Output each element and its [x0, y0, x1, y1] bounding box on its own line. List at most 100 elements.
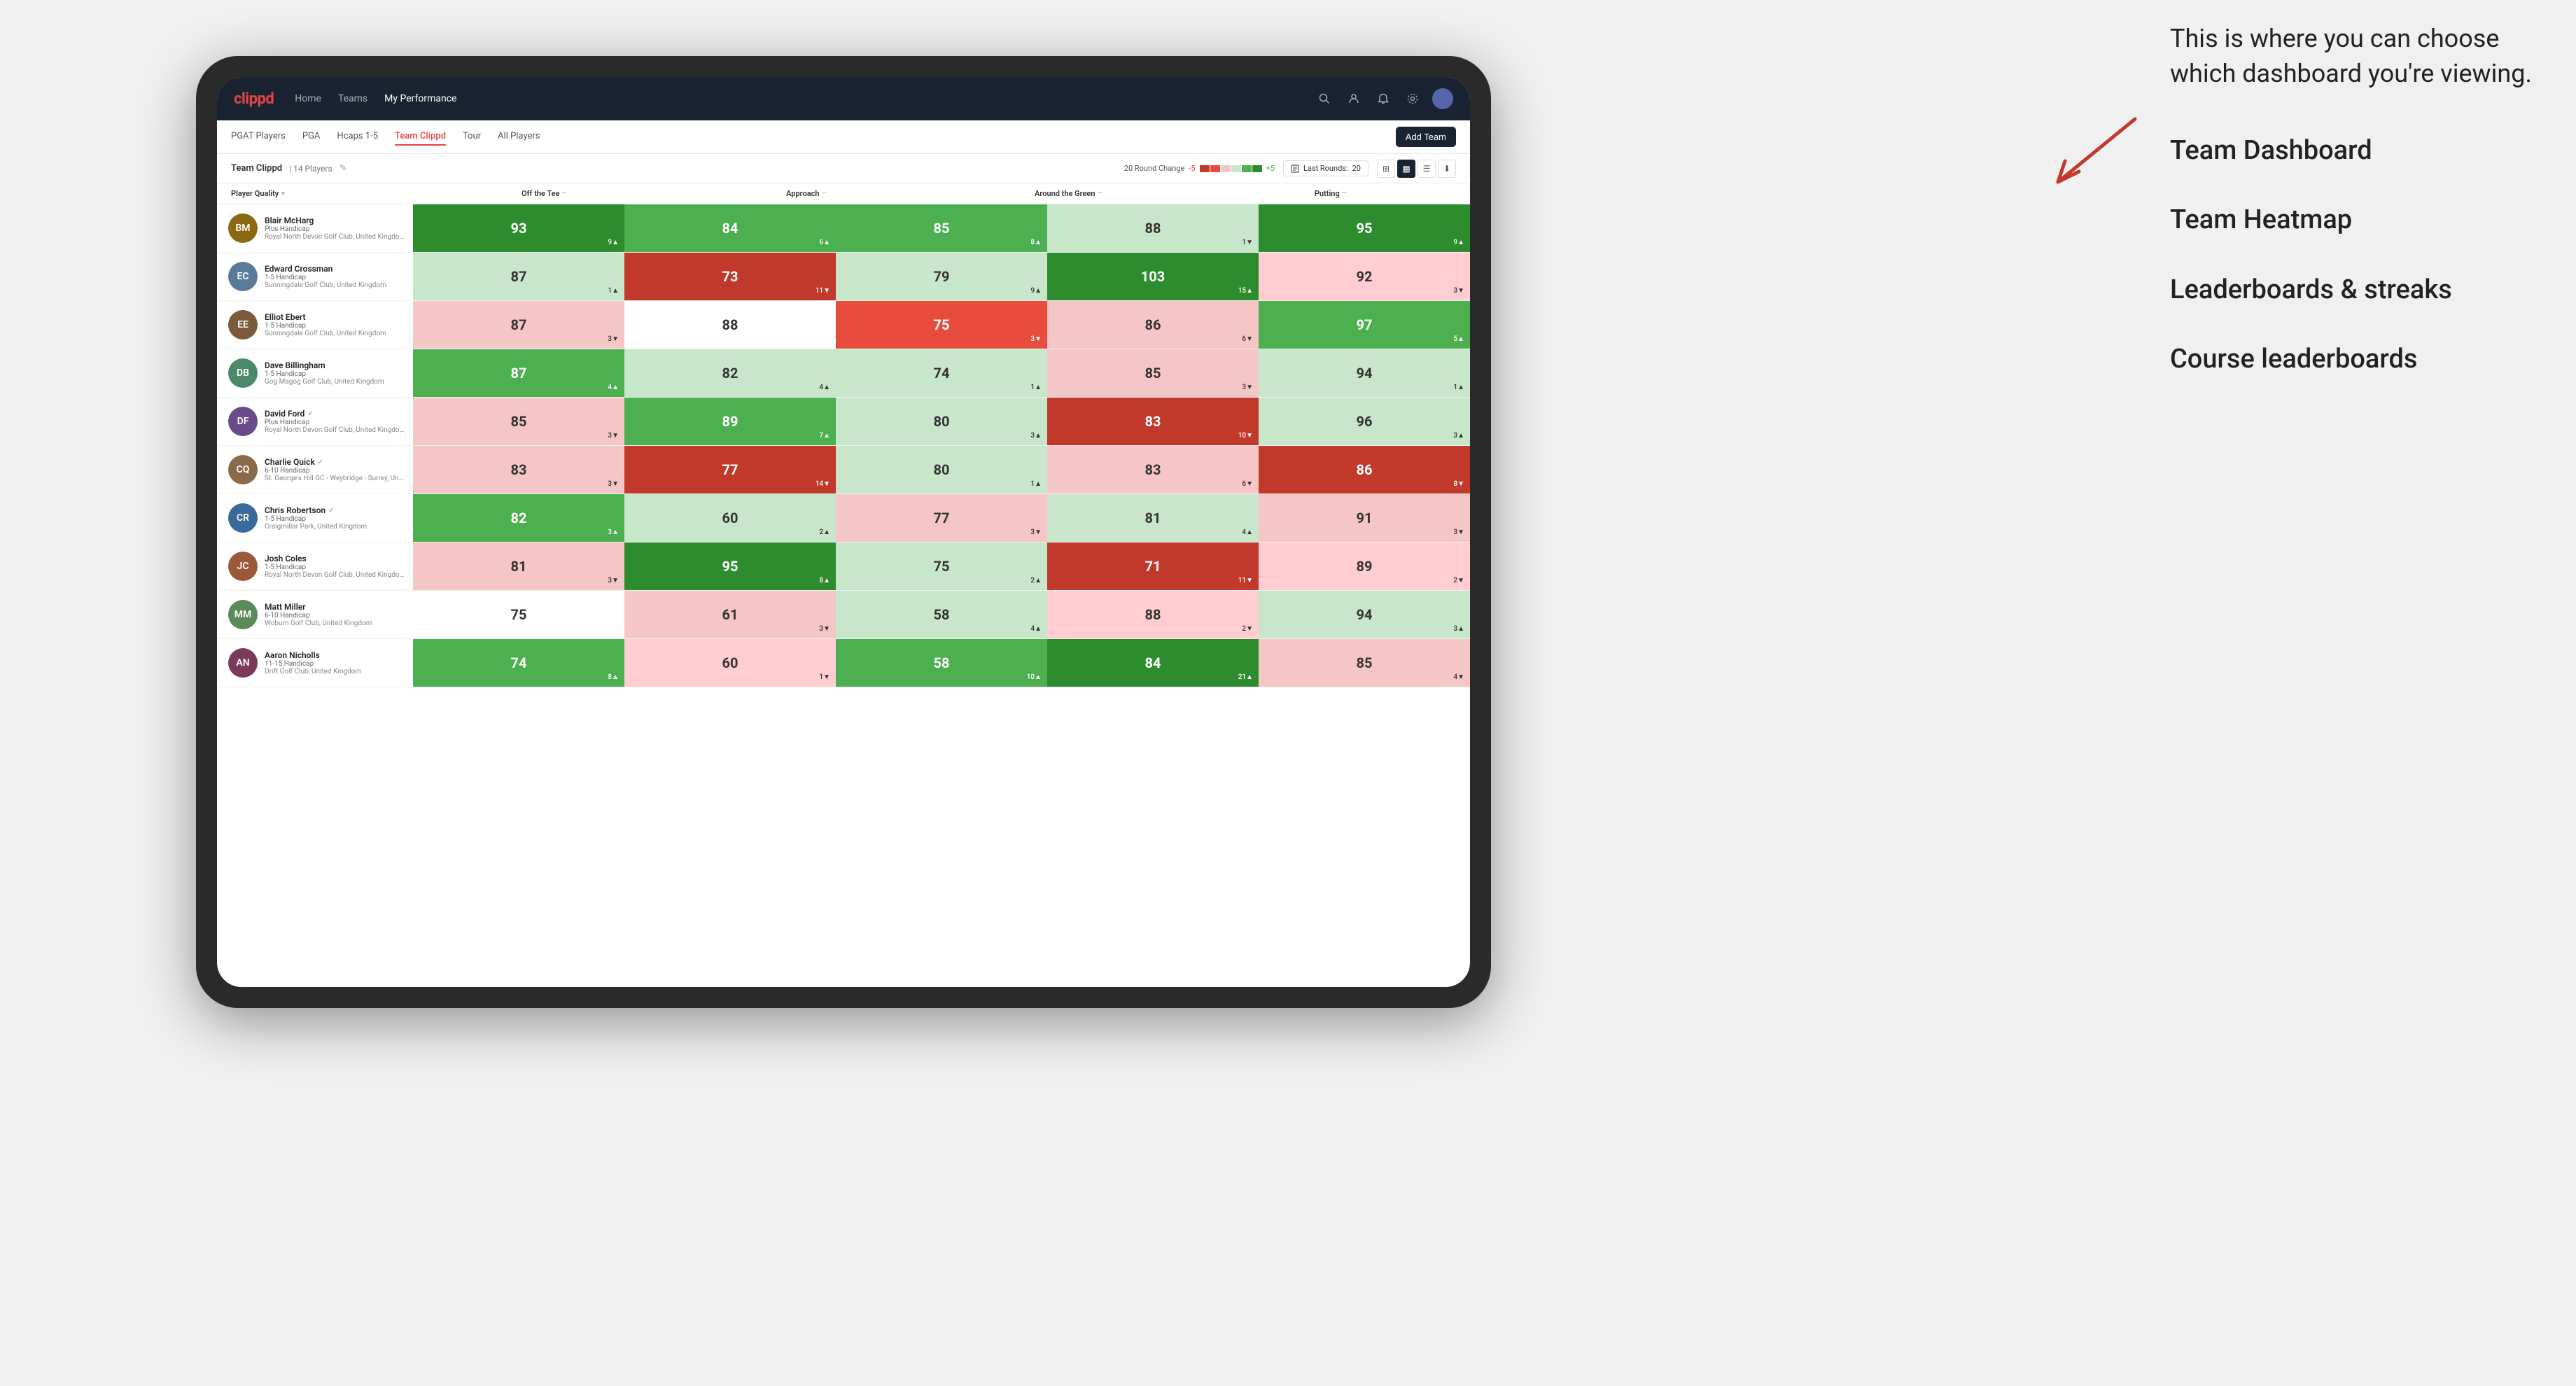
stat-cell-approach: 80 1▲	[836, 446, 1047, 493]
player-club: Sunningdale Golf Club, United Kingdom	[265, 281, 405, 289]
stat-cells: 93 9▲84 6▲85 8▲88 1▼95 9▲	[413, 204, 1470, 252]
stat-value: 73	[722, 268, 738, 285]
player-avatar: AN	[228, 648, 258, 678]
player-club: Craigmillar Park, United Kingdom	[265, 523, 405, 531]
nav-icon-group	[1315, 88, 1453, 109]
stat-value: 61	[722, 606, 738, 623]
stat-change: 14▼	[816, 480, 830, 488]
stat-change: 3▼	[1242, 384, 1253, 391]
stat-cell-off-tee: 82 4▲	[624, 349, 836, 397]
player-name: Josh Coles	[265, 554, 307, 564]
stat-change: 2▲	[1030, 577, 1042, 584]
player-handicap: 1-5 Handicap	[265, 370, 405, 378]
stat-value: 77	[722, 461, 738, 478]
player-info: EEElliot Ebert1-5 HandicapSunningdale Go…	[217, 301, 413, 349]
nav-teams[interactable]: Teams	[337, 90, 369, 107]
team-name: Team Clippd	[231, 163, 282, 174]
stat-value: 75	[934, 558, 950, 575]
stat-change: 9▲	[1030, 287, 1042, 295]
player-handicap: 1-5 Handicap	[265, 322, 405, 330]
player-details: Matt Miller6-10 HandicapWoburn Golf Club…	[265, 602, 405, 627]
player-row[interactable]: DBDave Billingham1-5 HandicapGog Magog G…	[217, 349, 1470, 398]
top-navigation: clippd Home Teams My Performance	[217, 77, 1470, 120]
stat-change: 2▼	[1242, 625, 1253, 633]
player-info: MMMatt Miller6-10 HandicapWoburn Golf Cl…	[217, 591, 413, 638]
tab-pgat[interactable]: PGAT Players	[231, 128, 286, 146]
stat-value: 58	[934, 654, 950, 671]
stat-value: 75	[511, 606, 527, 623]
player-row[interactable]: DFDavid Ford✓Plus HandicapRoyal North De…	[217, 398, 1470, 446]
tab-team-clippd[interactable]: Team Clippd	[395, 128, 446, 146]
stat-value: 89	[722, 413, 738, 430]
tab-pga[interactable]: PGA	[302, 128, 321, 146]
annotation-panel: This is where you can choose which dashb…	[2170, 21, 2534, 412]
stat-change: 3▼	[1030, 335, 1042, 343]
user-avatar[interactable]	[1432, 88, 1453, 109]
heatmap-view-button[interactable]: ▦	[1397, 160, 1415, 178]
last-rounds-selector[interactable]: Last Rounds: 20	[1283, 160, 1368, 176]
edit-team-icon[interactable]: ✎	[340, 163, 347, 174]
stat-cell-approach: 74 1▲	[836, 349, 1047, 397]
player-row[interactable]: CQCharlie Quick✓6-10 HandicapSt. George'…	[217, 446, 1470, 494]
player-name: Blair McHarg	[265, 216, 314, 225]
tab-all-players[interactable]: All Players	[498, 128, 540, 146]
annotation-intro: This is where you can choose which dashb…	[2170, 21, 2534, 92]
card-view-button[interactable]: ☰	[1418, 160, 1436, 178]
stat-change: 10▲	[1027, 673, 1042, 681]
stat-value: 84	[722, 220, 738, 237]
stat-cell-approach: 77 3▼	[836, 494, 1047, 542]
stat-value: 95	[1357, 220, 1373, 237]
player-row[interactable]: JCJosh Coles1-5 HandicapRoyal North Devo…	[217, 542, 1470, 591]
player-row[interactable]: MMMatt Miller6-10 HandicapWoburn Golf Cl…	[217, 591, 1470, 639]
player-info: CRChris Robertson✓1-5 HandicapCraigmilla…	[217, 494, 413, 542]
stat-value: 97	[1357, 316, 1373, 333]
player-row[interactable]: EEElliot Ebert1-5 HandicapSunningdale Go…	[217, 301, 1470, 349]
stat-value: 88	[722, 316, 738, 333]
player-quality-header: Player Quality ▾	[217, 189, 413, 198]
tab-hcaps[interactable]: Hcaps 1-5	[337, 128, 378, 146]
heatbar-visual	[1200, 165, 1262, 172]
stat-value: 83	[511, 461, 527, 478]
stat-change: 8▲	[608, 673, 619, 681]
stat-change: 3▼	[1453, 528, 1464, 536]
add-team-button[interactable]: Add Team	[1396, 127, 1456, 147]
player-details: Dave Billingham1-5 HandicapGog Magog Gol…	[265, 360, 405, 386]
stat-cell-off-tee: 73 11▼	[624, 253, 836, 300]
player-details: Edward Crossman1-5 HandicapSunningdale G…	[265, 264, 405, 289]
profile-icon[interactable]	[1344, 89, 1364, 108]
more-options-button[interactable]: ⬇	[1438, 160, 1456, 178]
settings-icon[interactable]	[1403, 89, 1422, 108]
stat-value: 83	[1145, 413, 1161, 430]
player-info: ECEdward Crossman1-5 HandicapSunningdale…	[217, 253, 413, 300]
grid-view-button[interactable]: ⊞	[1377, 160, 1395, 178]
stat-cells: 7561 3▼58 4▲88 2▼94 3▲	[413, 591, 1470, 638]
stat-value: 79	[934, 268, 950, 285]
nav-home[interactable]: Home	[293, 90, 323, 107]
stat-change: 2▼	[1453, 577, 1464, 584]
search-icon[interactable]	[1315, 89, 1334, 108]
stat-value: 82	[511, 510, 527, 526]
stat-value: 86	[1145, 316, 1161, 333]
stat-value: 87	[511, 268, 527, 285]
player-row[interactable]: BMBlair McHargPlus HandicapRoyal North D…	[217, 204, 1470, 253]
stat-change: 6▲	[819, 239, 830, 246]
stat-change: 3▼	[608, 432, 619, 440]
stat-value: 81	[511, 558, 527, 575]
nav-my-performance[interactable]: My Performance	[383, 90, 458, 107]
player-handicap: Plus Handicap	[265, 419, 405, 426]
notifications-icon[interactable]	[1373, 89, 1393, 108]
stat-change: 3▲	[1030, 432, 1042, 440]
stat-cell-putting: 95 9▲	[1259, 204, 1470, 252]
stat-value: 85	[1145, 365, 1161, 382]
stat-change: 1▲	[1030, 480, 1042, 488]
tab-tour[interactable]: Tour	[463, 128, 481, 146]
stat-value: 91	[1357, 510, 1373, 526]
stat-value: 74	[511, 654, 527, 671]
player-row[interactable]: CRChris Robertson✓1-5 HandicapCraigmilla…	[217, 494, 1470, 542]
stat-change: 3▼	[1453, 287, 1464, 295]
player-club: Royal North Devon Golf Club, United King…	[265, 233, 405, 241]
player-row[interactable]: ANAaron Nicholls11-15 HandicapDrift Golf…	[217, 639, 1470, 687]
player-row[interactable]: ECEdward Crossman1-5 HandicapSunningdale…	[217, 253, 1470, 301]
stat-value: 87	[511, 316, 527, 333]
stat-cells: 85 3▼89 7▲80 3▲83 10▼96 3▲	[413, 398, 1470, 445]
